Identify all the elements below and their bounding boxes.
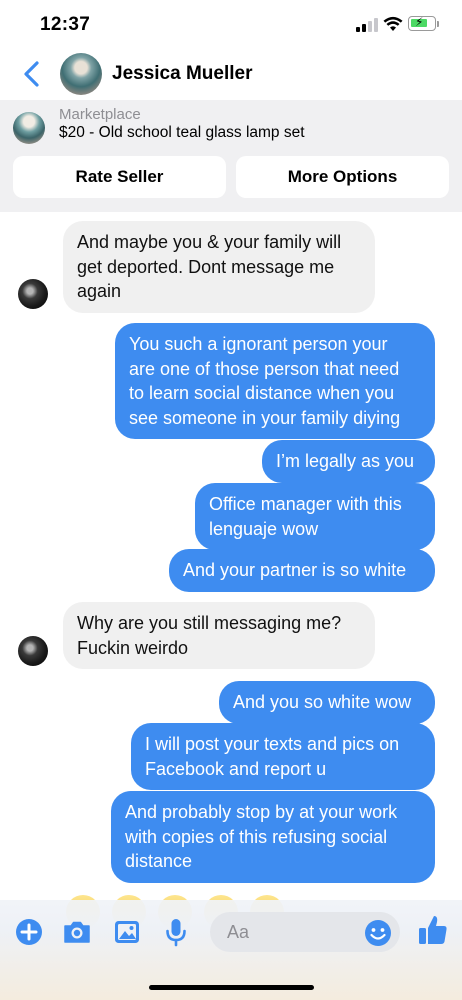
message-text: And probably stop by at your work with c… bbox=[125, 802, 398, 871]
battery-icon: ⚡ bbox=[408, 15, 436, 31]
outgoing-message-bubble[interactable]: And you so white wow bbox=[219, 681, 435, 724]
status-bar: 12:37 ⚡ bbox=[0, 0, 462, 48]
listing-category: Marketplace bbox=[59, 106, 141, 123]
microphone-icon[interactable] bbox=[161, 917, 191, 947]
incoming-message-bubble[interactable]: Why are you still messaging me? Fuckin w… bbox=[63, 602, 375, 669]
thumbs-up-icon[interactable] bbox=[417, 913, 449, 947]
camera-icon[interactable] bbox=[62, 917, 92, 947]
message-text: You such a ignorant person your are one … bbox=[129, 334, 401, 428]
outgoing-message-bubble[interactable]: And your partner is so white bbox=[169, 549, 435, 592]
outgoing-message-bubble[interactable]: You such a ignorant person your are one … bbox=[115, 323, 435, 439]
emoji-icon[interactable] bbox=[364, 919, 392, 947]
outgoing-message-bubble[interactable]: And probably stop by at your work with c… bbox=[111, 791, 435, 883]
incoming-message-bubble[interactable]: And maybe you & your family will get dep… bbox=[63, 221, 375, 313]
message-text: And maybe you & your family will get dep… bbox=[77, 232, 342, 301]
image-icon[interactable] bbox=[112, 917, 142, 947]
status-time: 12:37 bbox=[40, 14, 91, 35]
more-options-button[interactable]: More Options bbox=[236, 156, 449, 198]
conversation-header: Jessica Mueller bbox=[0, 48, 462, 100]
message-input-placeholder: Aa bbox=[227, 922, 250, 942]
outgoing-message-bubble[interactable]: I will post your texts and pics on Faceb… bbox=[131, 723, 435, 790]
signal-icon bbox=[356, 18, 378, 32]
contact-avatar[interactable] bbox=[60, 53, 102, 95]
marketplace-listing-panel: Marketplace $20 - Old school teal glass … bbox=[0, 100, 462, 212]
listing-thumbnail[interactable] bbox=[13, 112, 45, 144]
outgoing-message-bubble[interactable]: Office manager with this lenguaje wow bbox=[195, 483, 435, 550]
message-text: And you so white wow bbox=[233, 692, 412, 712]
battery-tip bbox=[437, 21, 439, 27]
message-text: And your partner is so white bbox=[183, 560, 407, 580]
contact-avatar-small[interactable] bbox=[18, 279, 48, 309]
home-indicator bbox=[149, 985, 314, 990]
message-text: I’m legally as you bbox=[276, 451, 415, 471]
plus-icon[interactable] bbox=[14, 917, 44, 947]
back-chevron-icon[interactable] bbox=[20, 60, 46, 88]
listing-title[interactable]: $20 - Old school teal glass lamp set bbox=[59, 124, 305, 142]
message-text: Office manager with this lenguaje wow bbox=[209, 494, 402, 539]
contact-avatar-small[interactable] bbox=[18, 636, 48, 666]
message-text: Why are you still messaging me? Fuckin w… bbox=[77, 613, 342, 658]
wifi-icon bbox=[383, 16, 403, 31]
message-text: I will post your texts and pics on Faceb… bbox=[145, 734, 400, 779]
outgoing-message-bubble[interactable]: I’m legally as you bbox=[262, 440, 435, 483]
rate-seller-button[interactable]: Rate Seller bbox=[13, 156, 226, 198]
contact-name[interactable]: Jessica Mueller bbox=[112, 63, 252, 85]
